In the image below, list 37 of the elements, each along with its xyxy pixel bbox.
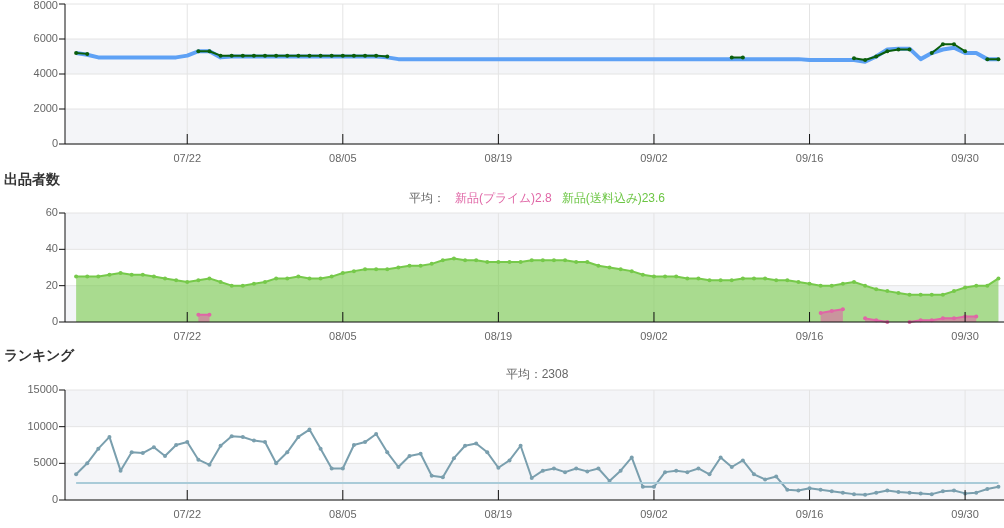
axis-label: 09/30 xyxy=(951,508,979,520)
axis-label: 09/30 xyxy=(951,152,979,164)
axis-label: 6000 xyxy=(33,31,58,44)
axis-label: 08/19 xyxy=(484,152,513,164)
axis-label: 8000 xyxy=(33,0,58,11)
axis-label: 08/05 xyxy=(329,330,357,341)
average-label: 平均： xyxy=(408,190,445,206)
legend-item: 新品(送料込み)23.6 xyxy=(561,190,665,206)
axis-label: 09/16 xyxy=(795,152,824,164)
axis-label: 09/02 xyxy=(640,152,668,164)
section-title: 出品者数 xyxy=(4,170,61,189)
axis-label: 0 xyxy=(51,314,58,327)
legend-item: 新品(プライム)2.8 xyxy=(454,190,552,206)
axis-label: 0 xyxy=(51,492,58,505)
axis-label: 09/16 xyxy=(795,330,824,341)
axis-label: 20 xyxy=(45,278,58,291)
axis-label: 09/30 xyxy=(951,330,979,341)
axis-label: 08/19 xyxy=(484,330,513,341)
axis-label: 0 xyxy=(51,136,58,149)
axis-label: 4000 xyxy=(33,66,58,79)
section-title: ランキング xyxy=(4,346,76,365)
axis-label: 60 xyxy=(45,206,58,218)
axis-label: 2000 xyxy=(33,101,58,114)
axis-label: 08/05 xyxy=(329,152,357,164)
axis-label: 08/05 xyxy=(329,508,357,520)
average-label: 平均：2308 xyxy=(505,366,569,382)
axis-label: 09/02 xyxy=(640,508,668,520)
axis-label: 40 xyxy=(45,242,58,255)
axis-label: 09/02 xyxy=(640,330,668,341)
axis-label: 15000 xyxy=(27,382,58,395)
axis-label: 09/16 xyxy=(795,508,824,520)
axis-label: 5000 xyxy=(33,456,58,469)
axis-label: 08/19 xyxy=(484,508,513,520)
axis-label: 07/22 xyxy=(173,152,201,164)
axis-label: 10000 xyxy=(27,419,58,432)
axis-label: 07/22 xyxy=(173,330,201,341)
axis-label: 07/22 xyxy=(173,508,201,520)
